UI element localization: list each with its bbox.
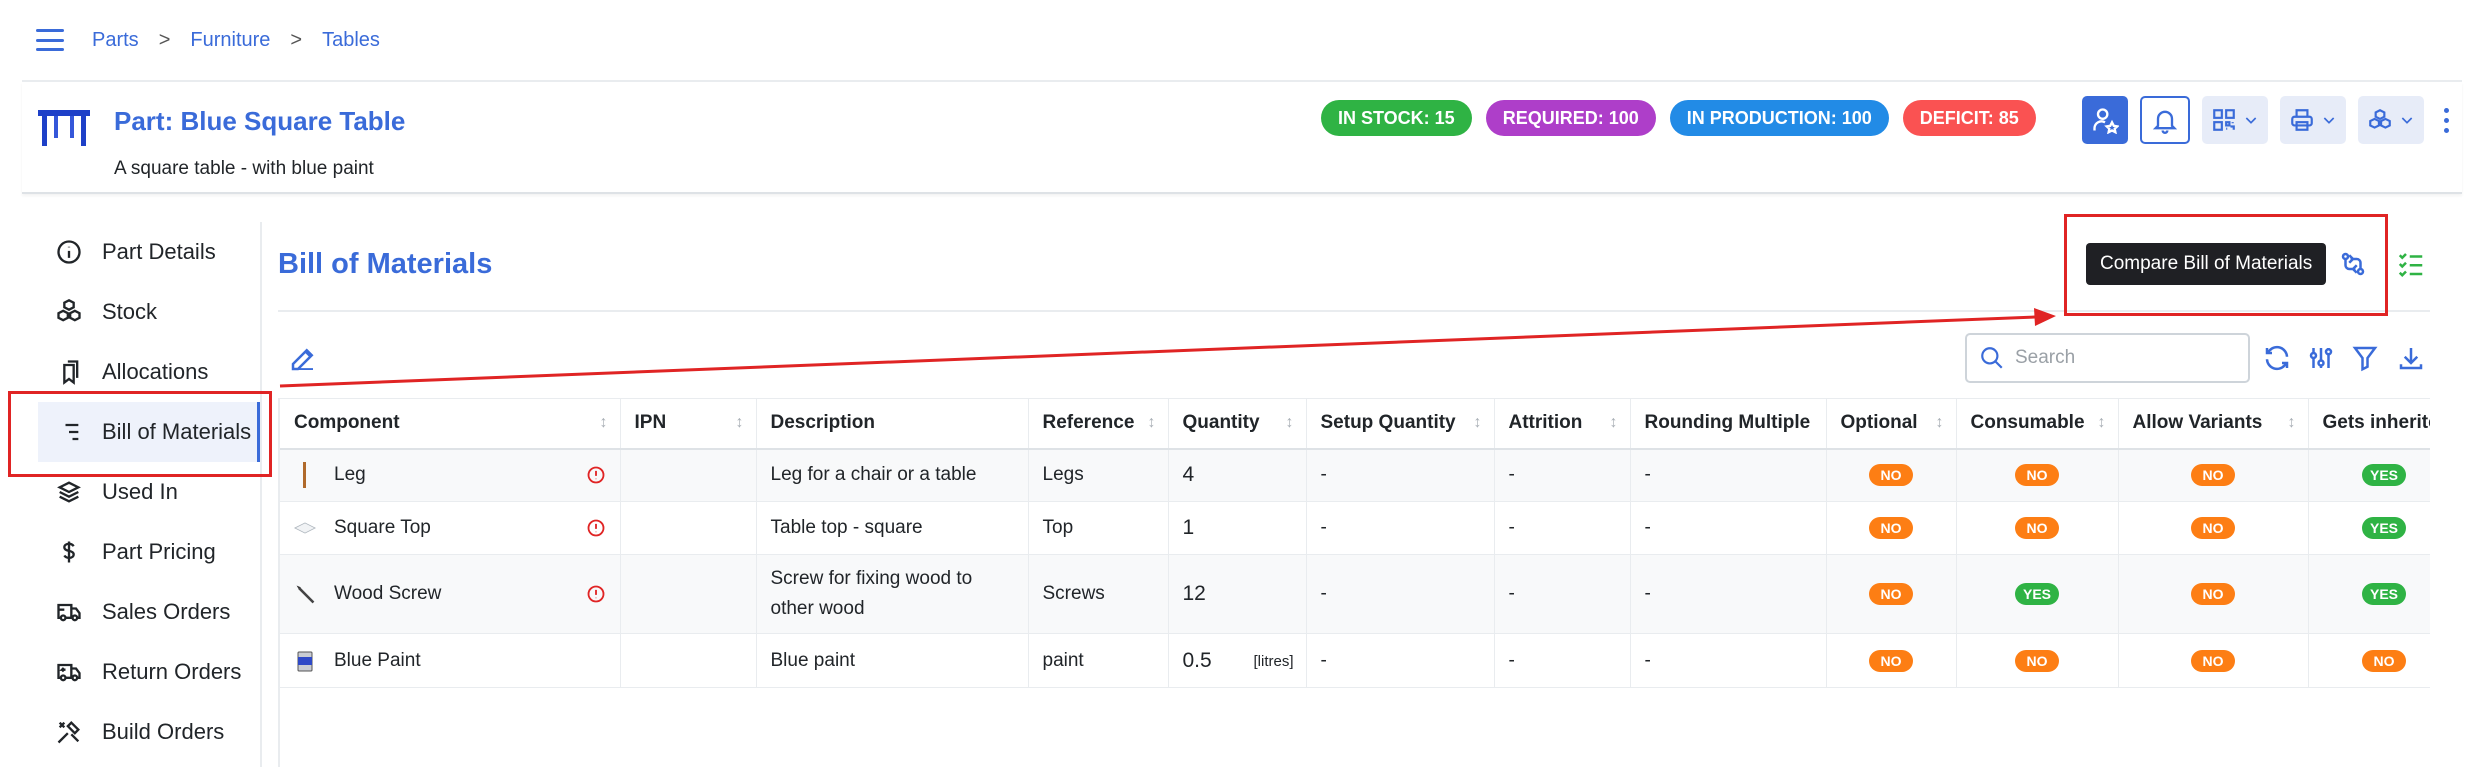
annotation-arrow <box>279 308 2056 388</box>
